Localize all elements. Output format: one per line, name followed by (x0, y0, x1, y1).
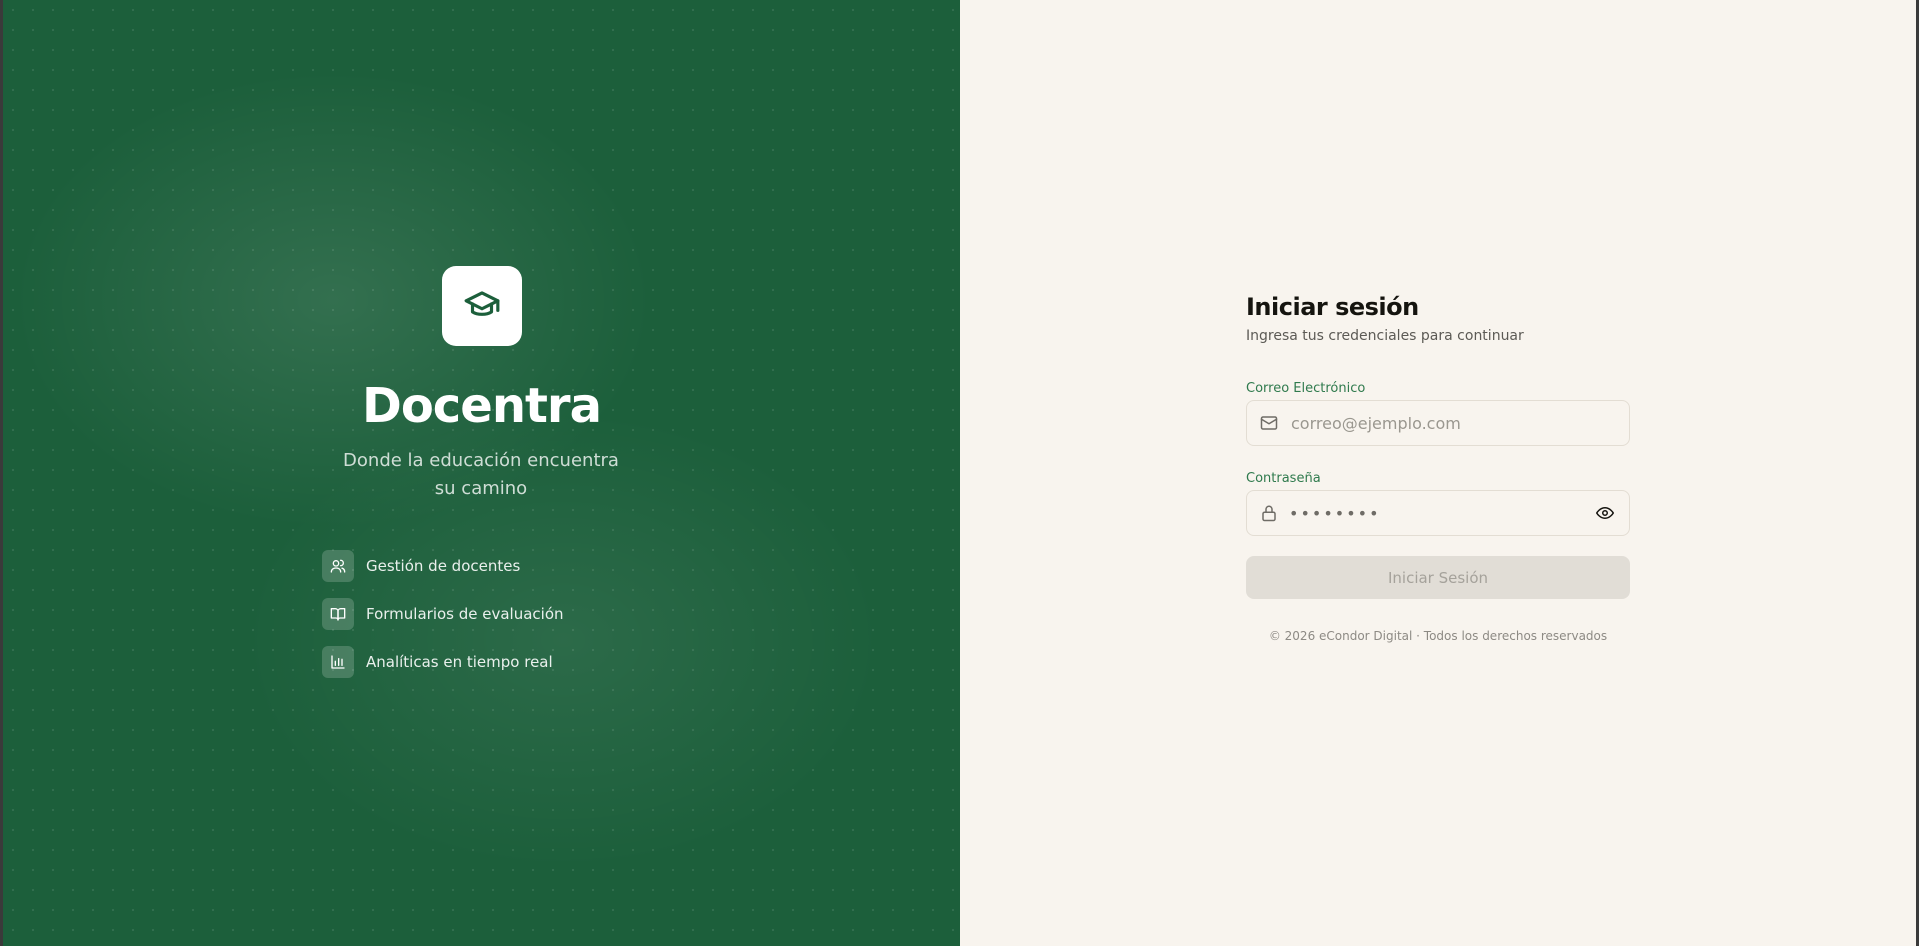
feature-item: Formularios de evaluación (322, 598, 564, 630)
logo (442, 266, 522, 346)
page-subtitle: Ingresa tus credenciales para continuar (1246, 328, 1524, 344)
users-icon (322, 550, 354, 582)
app-frame: Docentra Donde la educación encuentra su… (3, 0, 1916, 946)
brand-panel: Docentra Donde la educación encuentra su… (3, 0, 960, 946)
login-submit-button[interactable]: Iniciar Sesión (1246, 556, 1630, 599)
bar-chart-icon (322, 646, 354, 678)
feature-item: Gestión de docentes (322, 550, 564, 582)
login-panel: Iniciar sesión Ingresa tus credenciales … (960, 0, 1916, 946)
brand-tagline: Donde la educación encuentra su camino (343, 450, 619, 499)
email-label: Correo Electrónico (1246, 381, 1366, 396)
eye-icon[interactable] (1593, 501, 1617, 525)
password-field[interactable]: •••••••• (1289, 504, 1593, 523)
graduation-cap-icon (463, 285, 501, 327)
brand-name: Docentra (361, 378, 602, 434)
login-form: Iniciar sesión Ingresa tus credenciales … (1246, 290, 1630, 643)
feature-label: Gestión de docentes (366, 557, 521, 575)
feature-label: Formularios de evaluación (366, 605, 564, 623)
lock-icon (1259, 503, 1279, 523)
feature-label: Analíticas en tiempo real (366, 653, 553, 671)
book-open-icon (322, 598, 354, 630)
page-title: Iniciar sesión (1246, 293, 1419, 321)
email-field[interactable] (1289, 412, 1617, 434)
feature-item: Analíticas en tiempo real (322, 646, 564, 678)
mail-icon (1259, 413, 1279, 433)
email-field-wrapper (1246, 400, 1630, 446)
footer-copyright: © 2026 eCondor Digital · Todos los derec… (1268, 629, 1608, 643)
password-field-wrapper: •••••••• (1246, 490, 1630, 536)
password-label: Contraseña (1246, 471, 1321, 486)
feature-list: Gestión de docentes Formularios de evalu… (322, 550, 564, 694)
